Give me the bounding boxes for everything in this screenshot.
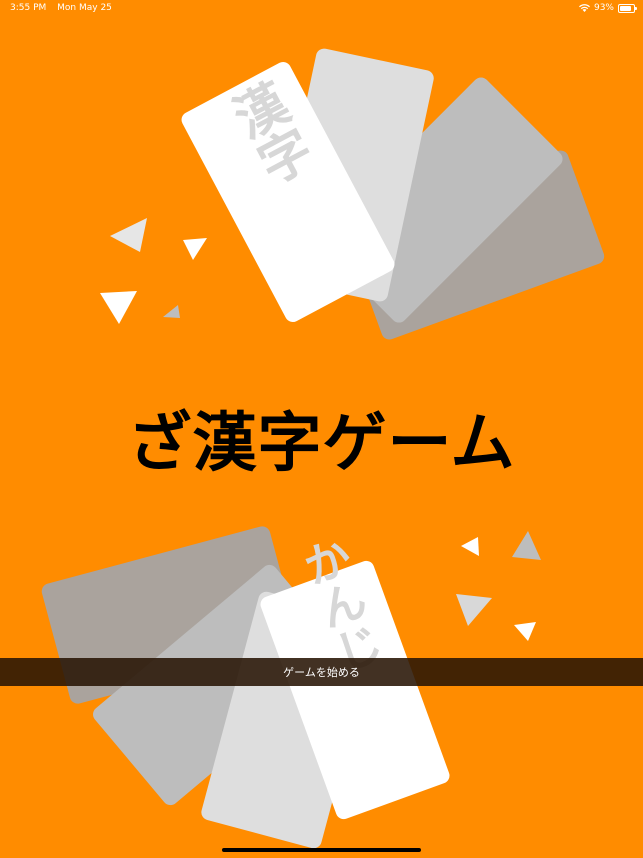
app-title: ざ漢字ゲーム — [127, 407, 516, 481]
confetti-triangle — [456, 594, 492, 626]
confetti-triangle — [163, 305, 180, 318]
top-card-fan: 漢字 — [181, 48, 605, 340]
bottom-card-fan: かんじ — [41, 526, 450, 849]
confetti-triangle — [183, 238, 207, 260]
start-game-button[interactable]: ゲームを始める — [0, 658, 643, 686]
confetti-triangle — [100, 291, 137, 324]
confetti-triangle — [110, 218, 147, 252]
confetti-triangle — [461, 537, 479, 556]
home-indicator[interactable] — [222, 848, 421, 852]
confetti-triangle — [512, 531, 541, 560]
confetti-triangle — [514, 622, 536, 641]
